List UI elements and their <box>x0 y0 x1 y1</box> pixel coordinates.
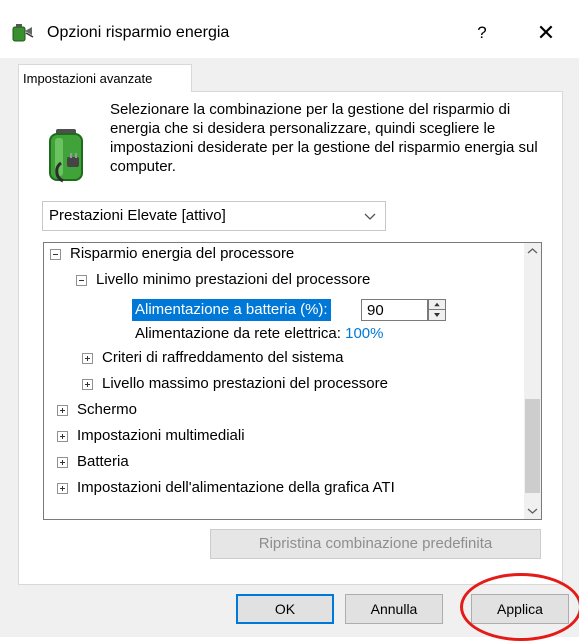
tree-item-label: Impostazioni multimediali <box>77 427 245 444</box>
power-plan-select[interactable]: Prestazioni Elevate [attivo] <box>42 201 386 231</box>
tab-advanced-settings[interactable]: Impostazioni avanzate <box>18 64 192 92</box>
value-spinner[interactable] <box>428 299 446 321</box>
tree-item-label: Schermo <box>77 401 138 418</box>
apply-button[interactable]: Applica <box>471 594 569 624</box>
scroll-up-icon[interactable] <box>524 243 541 260</box>
expand-icon[interactable] <box>57 483 68 494</box>
close-button[interactable]: ✕ <box>526 16 566 50</box>
spin-down-icon[interactable] <box>429 310 445 320</box>
plugged-in-label: Alimentazione da rete elettrica: <box>135 325 341 342</box>
window-title: Opzioni risparmio energia <box>47 24 230 41</box>
plugged-in-value-link[interactable]: 100% <box>345 325 383 342</box>
power-options-dialog: Opzioni risparmio energia ? ✕ Impostazio… <box>0 0 579 641</box>
ok-button[interactable]: OK <box>236 594 334 624</box>
expand-icon[interactable] <box>82 379 93 390</box>
tree-item-label: Livello massimo prestazioni del processo… <box>102 375 388 392</box>
scrollbar-thumb[interactable] <box>525 399 540 493</box>
power-plan-value: Prestazioni Elevate [attivo] <box>49 207 226 224</box>
expand-icon[interactable] <box>57 457 68 468</box>
power-options-icon <box>12 24 34 42</box>
expand-icon[interactable] <box>82 353 93 364</box>
restore-defaults-button[interactable]: Ripristina combinazione predefinita <box>210 529 541 559</box>
plugged-in-setting[interactable]: Alimentazione da rete elettrica: 100% <box>135 325 384 342</box>
help-button[interactable]: ? <box>467 18 497 48</box>
tree-item-label: Impostazioni dell'alimentazione della gr… <box>77 479 395 496</box>
expand-icon[interactable] <box>57 405 68 416</box>
battery-plug-icon <box>49 129 83 183</box>
tree-item-label: Risparmio energia del processore <box>70 245 295 262</box>
collapse-icon[interactable] <box>50 249 61 260</box>
tree-item-label: Criteri di raffreddamento del sistema <box>102 349 344 366</box>
chevron-down-icon <box>364 213 376 220</box>
settings-tree[interactable]: Risparmio energia del processore Livello… <box>43 242 542 520</box>
on-battery-value-input[interactable]: 90 <box>361 299 428 321</box>
on-battery-label[interactable]: Alimentazione a batteria (%): <box>132 299 331 321</box>
description-text: Selezionare la combinazione per la gesti… <box>110 101 538 175</box>
tree-item-label: Batteria <box>77 453 129 470</box>
expand-icon[interactable] <box>57 431 68 442</box>
title-bar: Opzioni risparmio energia ? ✕ <box>0 0 579 58</box>
tree-item-label: Livello minimo prestazioni del processor… <box>96 271 371 288</box>
advanced-settings-panel: Selezionare la combinazione per la gesti… <box>18 91 563 585</box>
spin-up-icon[interactable] <box>429 300 445 310</box>
cancel-button[interactable]: Annulla <box>345 594 443 624</box>
tree-scrollbar[interactable] <box>524 243 541 519</box>
collapse-icon[interactable] <box>76 275 87 286</box>
scroll-down-icon[interactable] <box>524 502 541 519</box>
